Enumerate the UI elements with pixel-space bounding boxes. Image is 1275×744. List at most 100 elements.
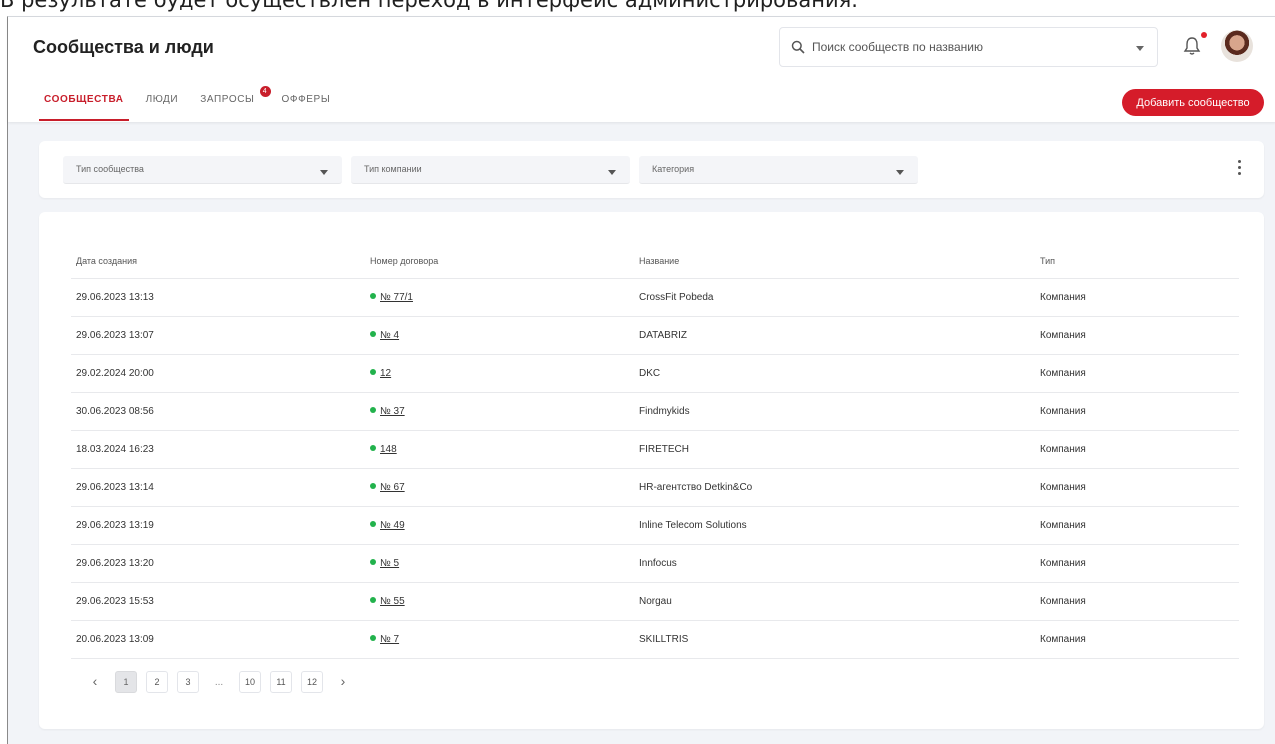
- category-label: Категория: [652, 164, 695, 174]
- category-select[interactable]: Категория: [639, 156, 918, 184]
- community-type-cell: Компания: [1040, 558, 1086, 569]
- created-date-cell: 18.03.2024 16:23: [76, 444, 154, 455]
- contract-link[interactable]: № 37: [380, 406, 405, 417]
- contract-cell: № 37: [370, 406, 405, 417]
- top-bar: Сообщества и люди Поиск сообществ по наз…: [8, 17, 1275, 122]
- contract-link[interactable]: № 4: [380, 330, 399, 341]
- contract-link[interactable]: 148: [380, 444, 397, 455]
- communities-table-card: Дата создания Номер договора Название Ти…: [39, 212, 1264, 729]
- notification-badge: [1201, 32, 1207, 38]
- column-header-contract[interactable]: Номер договора: [370, 256, 438, 266]
- company-type-select[interactable]: Тип компании: [351, 156, 630, 184]
- tab-offers[interactable]: ОФФЕРЫ: [271, 93, 342, 121]
- table-row[interactable]: 29.06.2023 15:53 № 55 Norgau Компания: [71, 583, 1239, 621]
- community-name-cell: Norgau: [639, 596, 672, 607]
- created-date-cell: 29.06.2023 15:53: [76, 596, 154, 607]
- active-status-dot: [370, 293, 376, 299]
- contract-cell: № 49: [370, 520, 405, 531]
- table-row[interactable]: 30.06.2023 08:56 № 37 Findmykids Компания: [71, 393, 1239, 431]
- table-row[interactable]: 29.06.2023 13:20 № 5 Innfocus Компания: [71, 545, 1239, 583]
- community-type-cell: Компания: [1040, 596, 1086, 607]
- active-status-dot: [370, 597, 376, 603]
- page-caption: В результате будет осуществлен переход в…: [0, 0, 858, 12]
- table-row[interactable]: 18.03.2024 16:23 148 FIRETECH Компания: [71, 431, 1239, 469]
- community-type-cell: Компания: [1040, 634, 1086, 645]
- page-button-2[interactable]: 2: [146, 671, 168, 693]
- filters-panel: Тип сообщества Тип компании Категория: [39, 141, 1264, 198]
- previous-page-button[interactable]: ‹: [84, 671, 106, 693]
- community-name-cell: Findmykids: [639, 406, 690, 417]
- active-status-dot: [370, 483, 376, 489]
- contract-cell: № 4: [370, 330, 399, 341]
- community-type-select[interactable]: Тип сообщества: [63, 156, 342, 184]
- contract-link[interactable]: № 77/1: [380, 292, 413, 303]
- community-type-cell: Компания: [1040, 406, 1086, 417]
- table-row[interactable]: 29.02.2024 20:00 12 DKC Компания: [71, 355, 1239, 393]
- section-tabs: СООБЩЕСТВА ЛЮДИ ЗАПРОСЫ 4 ОФФЕРЫ: [33, 86, 342, 121]
- tab-people[interactable]: ЛЮДИ: [135, 93, 190, 121]
- page-button-10[interactable]: 10: [239, 671, 261, 693]
- notifications-bell-icon[interactable]: [1182, 35, 1202, 57]
- contract-link[interactable]: № 5: [380, 558, 399, 569]
- active-status-dot: [370, 331, 376, 337]
- page-button-1[interactable]: 1: [115, 671, 137, 693]
- company-type-label: Тип компании: [364, 164, 422, 174]
- next-page-button[interactable]: ›: [332, 671, 354, 693]
- user-avatar[interactable]: [1221, 30, 1253, 62]
- pagination: ‹ 1 2 3 ... 10 11 12 ›: [84, 671, 363, 693]
- created-date-cell: 29.02.2024 20:00: [76, 368, 154, 379]
- community-type-cell: Компания: [1040, 520, 1086, 531]
- contract-cell: № 5: [370, 558, 399, 569]
- community-type-cell: Компания: [1040, 444, 1086, 455]
- table-row[interactable]: 29.06.2023 13:07 № 4 DATABRIZ Компания: [71, 317, 1239, 355]
- community-type-cell: Компания: [1040, 482, 1086, 493]
- contract-cell: 148: [370, 444, 397, 455]
- community-name-cell: Innfocus: [639, 558, 677, 569]
- community-search-field[interactable]: Поиск сообществ по названию: [779, 27, 1158, 67]
- community-type-cell: Компания: [1040, 368, 1086, 379]
- page-button-3[interactable]: 3: [177, 671, 199, 693]
- contract-link[interactable]: № 49: [380, 520, 405, 531]
- search-placeholder: Поиск сообществ по названию: [812, 40, 983, 54]
- table-row[interactable]: 29.06.2023 13:19 № 49 Inline Telecom Solut…: [71, 507, 1239, 545]
- more-options-icon[interactable]: [1238, 160, 1242, 176]
- community-name-cell: FIRETECH: [639, 444, 689, 455]
- contract-link[interactable]: № 7: [380, 634, 399, 645]
- created-date-cell: 20.06.2023 13:09: [76, 634, 154, 645]
- chevron-down-icon: [320, 170, 328, 175]
- community-name-cell: Inline Telecom Solutions: [639, 520, 747, 531]
- pagination-ellipsis: ...: [214, 677, 224, 688]
- requests-count-badge: 4: [259, 86, 271, 97]
- community-type-label: Тип сообщества: [76, 164, 144, 174]
- search-dropdown-caret-icon[interactable]: [1136, 46, 1144, 51]
- community-name-cell: DATABRIZ: [639, 330, 687, 341]
- active-status-dot: [370, 369, 376, 375]
- column-header-type[interactable]: Тип: [1040, 256, 1055, 266]
- table-row[interactable]: 29.06.2023 13:13 № 77/1 CrossFit Pobeda Ком…: [71, 279, 1239, 317]
- column-header-created[interactable]: Дата создания: [76, 256, 137, 266]
- created-date-cell: 29.06.2023 13:13: [76, 292, 154, 303]
- contract-cell: № 77/1: [370, 292, 413, 303]
- contract-link[interactable]: № 67: [380, 482, 405, 493]
- table-row[interactable]: 20.06.2023 13:09 № 7 SKILLTRIS Компания: [71, 621, 1239, 659]
- tab-requests[interactable]: ЗАПРОСЫ 4: [189, 86, 271, 121]
- column-header-name[interactable]: Название: [639, 256, 679, 266]
- chevron-down-icon: [608, 170, 616, 175]
- community-name-cell: CrossFit Pobeda: [639, 292, 714, 303]
- table-row[interactable]: 29.06.2023 13:14 № 67 HR-агентство Detkin&…: [71, 469, 1239, 507]
- page-button-11[interactable]: 11: [270, 671, 292, 693]
- active-status-dot: [370, 407, 376, 413]
- page-title: Сообщества и люди: [33, 37, 214, 57]
- active-status-dot: [370, 445, 376, 451]
- community-name-cell: SKILLTRIS: [639, 634, 689, 645]
- contract-link[interactable]: № 55: [380, 596, 405, 607]
- app-window: Сообщества и люди Поиск сообществ по наз…: [7, 16, 1275, 744]
- contract-link[interactable]: 12: [380, 368, 391, 379]
- created-date-cell: 29.06.2023 13:07: [76, 330, 154, 341]
- add-community-button[interactable]: Добавить сообщество: [1122, 89, 1264, 116]
- active-status-dot: [370, 635, 376, 641]
- contract-cell: № 67: [370, 482, 405, 493]
- tab-communities[interactable]: СООБЩЕСТВА: [33, 93, 135, 121]
- community-type-cell: Компания: [1040, 330, 1086, 341]
- page-button-12[interactable]: 12: [301, 671, 323, 693]
